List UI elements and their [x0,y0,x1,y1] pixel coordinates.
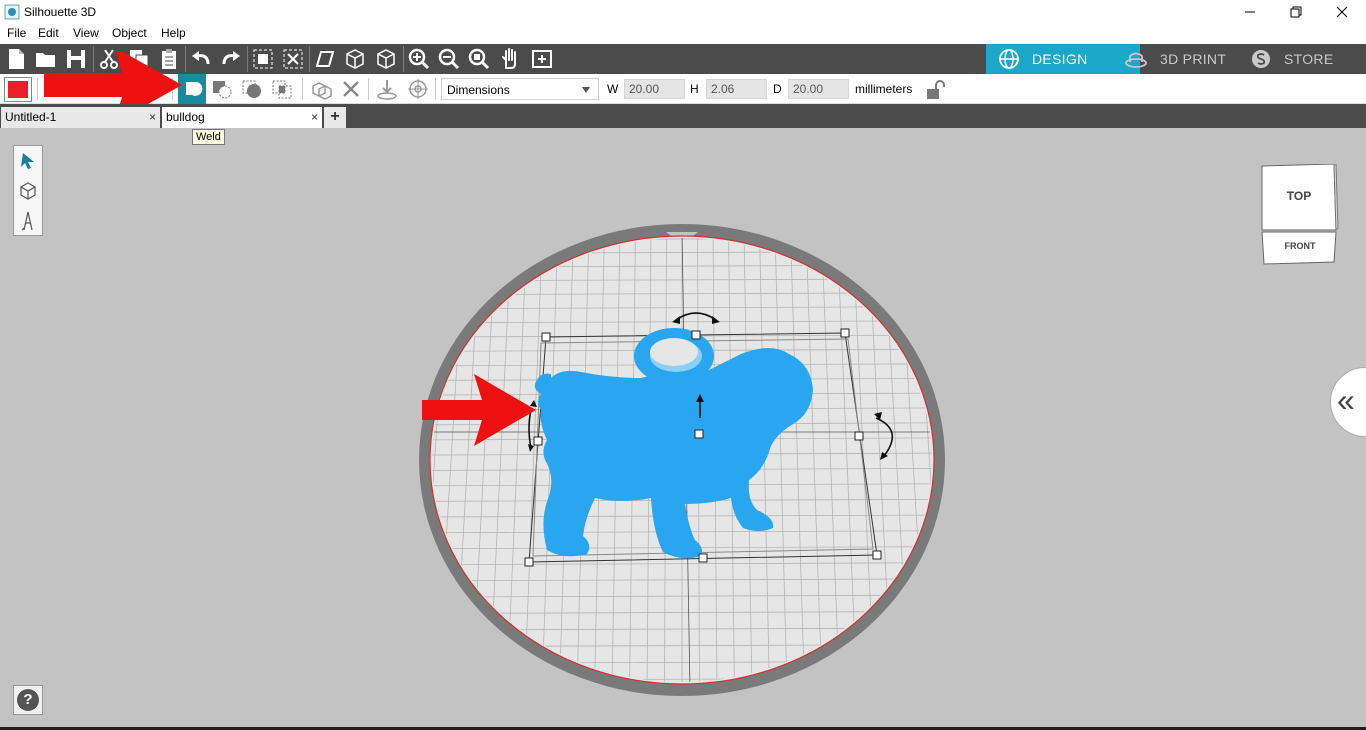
cursor-icon [21,153,34,169]
globe-icon [999,49,1019,69]
new-file-icon[interactable] [3,46,29,72]
restore-button[interactable] [1273,0,1319,24]
window-title: Silhouette 3D [24,5,97,19]
add-tab-button[interactable]: + [324,107,346,128]
view-frame-icon[interactable] [529,46,555,72]
title-bar: Silhouette 3D [0,0,1366,24]
3d-print-tab-button[interactable]: 3D PRINT [1122,44,1242,74]
center-icon[interactable] [406,77,430,101]
minimize-button[interactable] [1227,0,1273,24]
zoom-out-icon[interactable] [436,46,462,72]
minimize-icon [1245,11,1255,13]
store-tab-button[interactable]: STORE [1250,44,1366,74]
tab-label: Untitled-1 [5,110,57,124]
menu-view[interactable]: View [73,26,99,40]
intersect-icon[interactable] [240,77,264,101]
cube-outline-icon[interactable] [373,46,399,72]
height-label: H [690,82,699,96]
design-tab-button[interactable]: DESIGN [986,44,1140,74]
exclude-icon[interactable] [270,77,294,101]
text-3d-icon [21,211,33,231]
width-label: W [607,82,619,96]
drop-to-bed-icon[interactable] [375,77,399,101]
close-icon [1336,6,1348,18]
close-tab-icon[interactable]: × [311,110,318,124]
menu-edit[interactable]: Edit [38,26,59,40]
extrude-icon[interactable] [312,46,338,72]
units-label: millimeters [855,82,913,96]
view-cube-front-label[interactable]: FRONT [1285,241,1316,251]
help-icon: ? [17,689,39,711]
redo-icon[interactable] [218,46,244,72]
text-tool[interactable] [14,206,42,236]
print-3d-icon [1125,52,1147,68]
tab-bulldog[interactable]: bulldog × [162,107,322,128]
main-toolbar: DESIGN 3D PRINT STORE [0,44,1366,74]
unlock-icon[interactable] [924,78,948,102]
undo-icon[interactable] [188,46,214,72]
close-window-button[interactable] [1319,0,1365,24]
restore-icon [1290,6,1302,18]
shapes-tool[interactable] [14,176,42,206]
print-bed-scene [419,224,945,696]
design-label: DESIGN [1032,51,1088,67]
cube-icon [20,182,36,200]
ungroup-icon[interactable] [280,46,306,72]
tab-untitled-1[interactable]: Untitled-1 × [1,107,160,128]
menu-object[interactable]: Object [112,26,147,40]
fill-color-swatch[interactable] [4,77,32,102]
depth-label: D [773,82,782,96]
cube-icon[interactable] [342,46,368,72]
weld-tooltip: Weld [192,129,225,145]
view-cube[interactable]: TOP FRONT [1260,163,1340,271]
dimensions-select[interactable]: Dimensions [441,78,599,100]
double-chevron-left-icon: « [1337,382,1355,418]
menu-bar: File Edit View Object Help [0,24,1366,44]
group-icon[interactable] [250,46,276,72]
boxes-icon[interactable] [308,77,332,101]
width-field[interactable]: 20.00 [624,79,685,99]
menu-file[interactable]: File [7,26,26,40]
height-field[interactable]: 2.06 [706,79,767,99]
delete-icon[interactable] [339,77,363,101]
zoom-in-icon[interactable] [406,46,432,72]
subtract-icon[interactable] [210,77,234,101]
help-button[interactable]: ? [13,685,43,715]
left-tool-palette [13,145,43,236]
3d-viewport[interactable] [0,128,1366,728]
tab-label: bulldog [166,110,205,124]
store-icon [1252,50,1270,68]
dimensions-select-value: Dimensions [447,83,510,97]
zoom-fit-icon[interactable] [466,46,492,72]
chevron-down-icon [582,87,590,93]
document-tab-bar: Untitled-1 × bulldog × + [0,104,1366,128]
depth-field[interactable]: 20.00 [788,79,849,99]
close-tab-icon[interactable]: × [149,110,156,124]
pan-hand-icon[interactable] [498,46,524,72]
3d-print-label: 3D PRINT [1160,51,1227,67]
select-tool[interactable] [14,146,42,176]
store-label: STORE [1284,51,1334,67]
view-cube-top-label[interactable]: TOP [1287,189,1311,203]
properties-toolbar: Dimensions W 20.00 H 2.06 D 20.00 millim… [0,51,1366,119]
menu-help[interactable]: Help [161,26,186,40]
app-icon [4,4,20,20]
